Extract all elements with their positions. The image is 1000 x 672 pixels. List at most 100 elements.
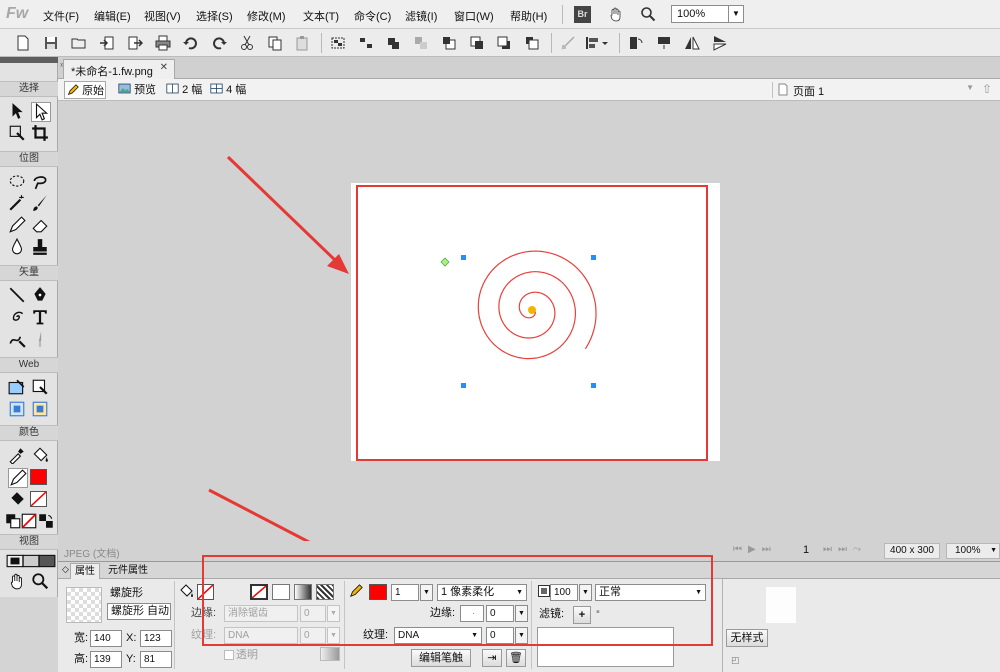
pen-tool-icon[interactable] [31, 286, 51, 306]
open-icon[interactable] [70, 34, 88, 52]
menu-text[interactable]: 文本(T) [303, 8, 339, 24]
page-select[interactable]: 页面 1 ▼ [791, 81, 976, 99]
new-file-icon[interactable] [14, 34, 32, 52]
menu-select[interactable]: 选择(S) [196, 8, 233, 24]
x-field[interactable]: 123 [140, 630, 172, 647]
menu-help[interactable]: 帮助(H) [510, 8, 547, 24]
subselect-tool-icon[interactable] [31, 102, 51, 122]
hand-tool-icon[interactable] [8, 572, 28, 592]
width-field[interactable]: 140 [90, 630, 122, 647]
bring-front-icon[interactable] [440, 34, 458, 52]
show-slices-icon[interactable] [31, 400, 51, 420]
paste-icon[interactable] [293, 34, 311, 52]
tab-properties[interactable]: 属性 [70, 563, 100, 579]
document-tab[interactable]: *未命名-1.fw.png ✕ [63, 59, 175, 79]
menu-file[interactable]: 文件(F) [43, 8, 79, 24]
undo-icon[interactable] [182, 34, 200, 52]
ungroup-icon[interactable] [357, 34, 375, 52]
save-icon[interactable] [42, 34, 60, 52]
freeform-tool-icon[interactable] [8, 330, 28, 350]
fill-none-swatch[interactable] [30, 491, 47, 507]
eyedropper-tool-icon[interactable] [8, 446, 28, 466]
blur-tool-icon[interactable] [8, 237, 28, 258]
brush-tool-icon[interactable] [31, 194, 51, 214]
style-select[interactable]: 无样式 [726, 629, 768, 647]
menu-filter[interactable]: 滤镜(I) [405, 8, 437, 24]
pencil-tool-icon[interactable] [8, 216, 28, 236]
hand-icon[interactable] [608, 6, 624, 25]
bridge-button[interactable]: Br [574, 6, 591, 23]
send-back-icon[interactable] [523, 34, 541, 52]
align-dropdown-icon[interactable] [584, 34, 612, 52]
stroke-color-pencil-icon[interactable] [8, 468, 28, 488]
object-name-field[interactable]: 螺旋形 自动 [107, 603, 171, 620]
panel-grip[interactable] [0, 57, 58, 63]
playback-controls[interactable]: ⏮▶⏭ [733, 544, 777, 555]
height-field[interactable]: 139 [90, 651, 122, 668]
close-icon[interactable]: ✕ [160, 62, 168, 73]
menu-command[interactable]: 命令(C) [354, 8, 391, 24]
view-original-button[interactable]: 原始 [64, 81, 106, 99]
export-icon[interactable] [126, 34, 144, 52]
flip-horizontal-icon[interactable] [683, 34, 701, 52]
paint-bucket-tool-icon[interactable] [31, 446, 51, 466]
zoom-tool-icon[interactable] [31, 572, 51, 592]
pointer-tool-icon[interactable] [8, 102, 28, 122]
magic-wand-icon[interactable] [8, 194, 28, 214]
edit-stroke-button[interactable]: 编辑笔触 [411, 649, 471, 667]
new-style-icon[interactable]: ◰ [731, 655, 740, 666]
add-stroke-icon[interactable]: ⇥ [482, 649, 502, 667]
spiral-shape-tool-icon[interactable] [8, 308, 28, 328]
copy-icon[interactable] [266, 34, 284, 52]
eraser-tool-icon[interactable] [31, 216, 51, 236]
lasso-tool-icon[interactable] [31, 172, 51, 192]
fill-color-bucket-icon[interactable] [8, 490, 28, 510]
marquee-tool-icon[interactable] [8, 172, 28, 192]
fill-transparent-checkbox[interactable] [224, 650, 234, 660]
page-nav-icon[interactable]: ⇧ [982, 82, 992, 96]
frame-number: 1 [803, 544, 810, 556]
zoom-select[interactable]: 100% ▼ [671, 5, 744, 23]
line-tool-icon[interactable] [8, 286, 28, 306]
cut-icon[interactable] [238, 34, 256, 52]
y-field[interactable]: 81 [140, 651, 172, 668]
tab-symbol-properties[interactable]: 元件属性 [104, 563, 152, 579]
bring-forward-icon[interactable] [468, 34, 486, 52]
knife-tool-icon[interactable] [31, 330, 51, 350]
menu-window[interactable]: 窗口(W) [454, 8, 494, 24]
flip-vertical-icon[interactable] [711, 34, 729, 52]
slice-tool-icon[interactable] [8, 378, 28, 398]
menu-edit[interactable]: 编辑(E) [94, 8, 131, 24]
menu-modify[interactable]: 修改(M) [247, 8, 286, 24]
align-disabled-icon[interactable] [559, 34, 577, 52]
redo-icon[interactable] [210, 34, 228, 52]
frame-controls[interactable]: ⏭⏭⤳ [823, 544, 867, 555]
rotate-left-icon[interactable] [627, 34, 645, 52]
hotspot-tool-icon[interactable] [31, 378, 51, 398]
tools-section-view: 视图 [0, 534, 58, 550]
scale-tool-icon[interactable] [8, 124, 28, 144]
import-icon[interactable] [98, 34, 116, 52]
group-icon[interactable] [329, 34, 347, 52]
swap-colors-icon[interactable] [37, 512, 57, 532]
split-icon[interactable] [412, 34, 430, 52]
status-zoom[interactable]: 100% ▼ [946, 543, 1000, 559]
rotate-right-icon[interactable] [655, 34, 673, 52]
view-2up-button[interactable]: 2 幅 [164, 81, 202, 99]
stamp-tool-icon[interactable] [31, 238, 51, 258]
doc-size[interactable]: 400 x 300 [884, 543, 940, 559]
view-4up-button[interactable]: 4 幅 [208, 81, 246, 99]
zoom-icon[interactable] [640, 6, 656, 25]
menu-view[interactable]: 视图(V) [144, 8, 181, 24]
text-tool-icon[interactable] [31, 308, 51, 328]
fullscreen-mode-icon[interactable] [38, 552, 58, 572]
print-icon[interactable] [154, 34, 172, 52]
trash-icon[interactable]: 🗑 [506, 649, 526, 667]
collapse-icon[interactable]: ◇ [62, 564, 69, 575]
hide-slices-icon[interactable] [8, 400, 28, 420]
send-backward-icon[interactable] [495, 34, 513, 52]
stroke-color-swatch[interactable] [30, 469, 47, 485]
join-icon[interactable] [384, 34, 402, 52]
crop-tool-icon[interactable] [31, 124, 51, 144]
view-preview-button[interactable]: 预览 [116, 81, 156, 99]
